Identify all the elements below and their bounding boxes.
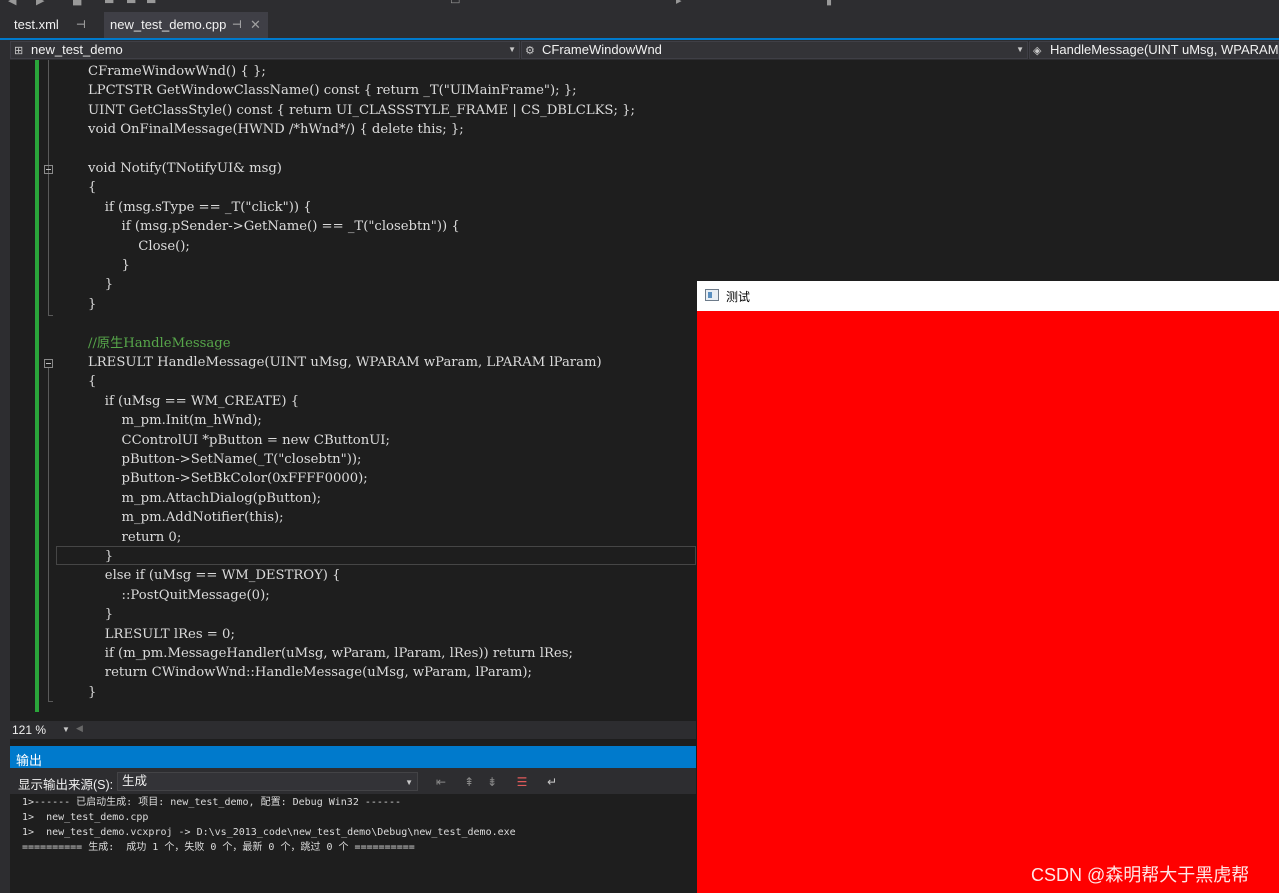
next-message-icon[interactable]: ⇟ [483,774,501,790]
chevron-down-icon: ▼ [1016,45,1024,54]
code-line[interactable]: } [88,547,113,566]
output-source-value: 生成 [122,774,148,788]
code-line[interactable]: CFrameWindowWnd() { }; [88,62,266,81]
pin-icon[interactable]: ⊣ [76,12,86,38]
app-window-client-area[interactable] [697,281,1279,893]
class-icon: ⚙ [525,45,535,57]
tab-new-test-demo-cpp[interactable]: new_test_demo.cpp ⊣ ✕ [104,12,268,38]
code-line[interactable]: if (uMsg == WM_CREATE) { [88,392,299,411]
code-line[interactable]: pButton->SetBkColor(0xFFFF0000); [88,469,368,488]
zoom-level: 121 % [12,723,47,737]
pin-icon[interactable]: ⊣ [232,12,242,38]
toolbox-strip[interactable] [0,40,10,893]
method-icon: ◈ [1033,45,1042,57]
project-name: new_test_demo [31,42,123,57]
clear-all-icon[interactable]: ☰ [513,774,531,790]
code-line[interactable]: Close(); [88,237,190,256]
code-line[interactable]: m_pm.Init(m_hWnd); [88,411,262,430]
code-line[interactable]: void Notify(TNotifyUI& msg) [88,159,282,178]
code-line[interactable]: m_pm.AttachDialog(pButton); [88,489,322,508]
app-window-icon [705,289,719,301]
bookmark-icon[interactable]: ▮ [826,0,840,7]
collapse-icon[interactable] [44,359,53,368]
go-to-line-icon[interactable]: ⇤ [432,774,450,790]
scroll-left-icon[interactable]: ◀ [76,724,83,734]
code-line[interactable]: } [88,256,130,275]
word-wrap-icon[interactable]: ↵ [543,774,561,790]
code-line[interactable]: } [88,605,113,624]
code-line[interactable]: return 0; [88,528,182,547]
chevron-down-icon: ▼ [405,778,413,787]
code-comment[interactable]: //原生HandleMessage [88,334,231,353]
code-line[interactable]: m_pm.AddNotifier(this); [88,508,284,527]
code-line[interactable]: } [88,683,96,702]
tab-test-xml[interactable]: test.xml ⊣ [8,12,100,38]
save-all-icon[interactable]: ▬ [146,0,160,7]
outline-line [48,60,49,316]
close-icon[interactable]: ✕ [250,12,261,38]
document-tabbar: test.xml ⊣ new_test_demo.cpp ⊣ ✕ [0,12,1279,38]
collapse-icon[interactable] [44,165,53,174]
tab-label: test.xml [14,17,59,32]
toolbar-dropdown[interactable]: ▭ [450,0,464,7]
outline-end [48,315,53,316]
chevron-down-icon: ▼ [508,45,516,54]
toolbar-icon[interactable]: ◀ [8,0,22,7]
code-line[interactable]: LRESULT HandleMessage(UINT uMsg, WPARAM … [88,353,602,372]
code-line[interactable]: return CWindowWnd::HandleMessage(uMsg, w… [88,663,532,682]
toolbar-icon[interactable]: ■ [72,0,86,7]
code-line[interactable]: if (msg.sType == _T("click")) { [88,198,312,217]
indicator-margin[interactable] [10,60,34,720]
project-icon: ⊞ [14,45,24,57]
code-line[interactable]: } [88,275,113,294]
outline-line [48,368,49,702]
code-line[interactable]: { [88,372,96,391]
zoom-dropdown[interactable]: 121 % ▼ [12,722,70,738]
member-name: HandleMessage(UINT uMsg, WPARAM [1050,42,1279,57]
code-line[interactable]: LRESULT lRes = 0; [88,625,235,644]
member-dropdown[interactable]: ◈ HandleMessage(UINT uMsg, WPARAM [1029,41,1279,59]
class-dropdown[interactable]: ⚙ CFrameWindowWnd ▼ [521,41,1028,59]
app-window-title: 测试 [726,290,751,304]
code-line[interactable]: LPCTSTR GetWindowClassName() const { ret… [88,81,577,100]
code-line[interactable]: UINT GetClassStyle() const { return UI_C… [88,101,635,120]
code-line[interactable]: { [88,178,96,197]
output-line: 1> new_test_demo.vcxproj -> D:\vs_2013_c… [22,827,516,838]
chevron-down-icon: ▼ [62,725,70,734]
outlining-margin [39,60,53,720]
outline-end [48,701,53,702]
output-panel-header[interactable] [10,746,696,768]
code-line[interactable]: if (msg.pSender->GetName() == _T("closeb… [88,217,460,236]
output-source-label: 显示输出来源(S): [18,778,114,792]
save-icon[interactable]: ▬ [126,0,140,7]
code-line[interactable]: ::PostQuitMessage(0); [88,586,270,605]
code-line[interactable]: pButton->SetName(_T("closebtn")); [88,450,362,469]
previous-message-icon[interactable]: ⇞ [460,774,478,790]
code-line[interactable]: if (m_pm.MessageHandler(uMsg, wParam, lP… [88,644,573,663]
open-file-icon[interactable]: ▬ [104,0,118,7]
class-name: CFrameWindowWnd [542,42,662,57]
code-line[interactable]: else if (uMsg == WM_DESTROY) { [88,566,341,585]
app-window-titlebar[interactable] [697,281,1279,311]
toolbar-icon[interactable]: ▸ [676,0,690,7]
editor-bottom-bar [10,721,696,739]
code-line[interactable]: CControlUI *pButton = new CButtonUI; [88,431,390,450]
output-panel-title: 输出 [16,753,43,768]
toolbar-strip: ◀ ▶ ■ ▬ ▬ ▬ ▭ ▸ ▮ [0,0,1279,12]
toolbar-icon[interactable]: ▶ [36,0,50,7]
navigation-bar: ⊞ new_test_demo ▼ ⚙ CFrameWindowWnd ▼ ◈ Han… [10,40,1279,60]
output-source-dropdown[interactable]: 生成 ▼ [117,772,418,791]
project-dropdown[interactable]: ⊞ new_test_demo ▼ [10,41,520,59]
watermark: CSDN @森明帮大于黑虎帮 [1031,865,1250,885]
code-editor[interactable]: CFrameWindowWnd() { }; LPCTSTR GetWindow… [56,62,696,722]
tab-label: new_test_demo.cpp [110,17,227,32]
code-line[interactable]: void OnFinalMessage(HWND /*hWnd*/) { del… [88,120,464,139]
output-line: ========== 生成: 成功 1 个，失败 0 个，最新 0 个，跳过 0… [22,842,415,853]
output-line: 1>------ 已启动生成: 项目: new_test_demo, 配置: D… [22,797,401,808]
output-line: 1> new_test_demo.cpp [22,812,149,823]
code-line[interactable]: } [88,295,96,314]
